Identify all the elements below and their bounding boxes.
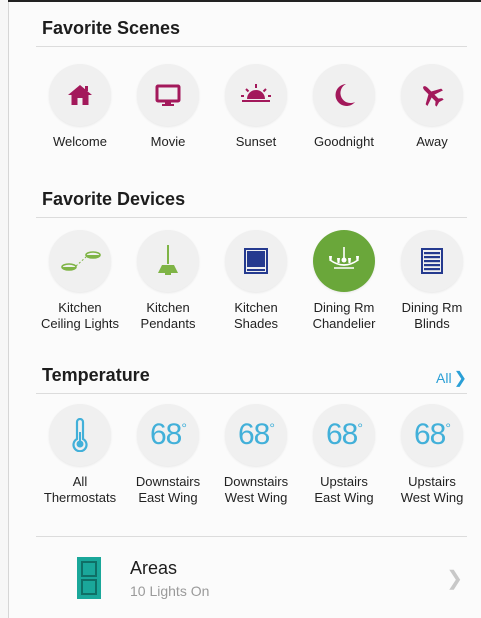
thermostat-button[interactable]: 68°: [225, 404, 287, 466]
ceiling-lights-icon: [61, 251, 101, 271]
thermostat-upstairs-west[interactable]: 68° Upstairs West Wing: [388, 404, 476, 506]
device-button[interactable]: [401, 230, 463, 292]
device-kitchen-ceiling-lights[interactable]: Kitchen Ceiling Lights: [36, 230, 124, 332]
divider: [36, 536, 467, 537]
device-label: Kitchen Pendants: [140, 300, 196, 331]
scene-label: Welcome: [53, 134, 107, 149]
favorite-devices-title: Favorite Devices: [42, 189, 186, 209]
device-label: Kitchen Shades: [233, 300, 279, 331]
thermometer-icon: [72, 418, 88, 452]
thermostat-label: All Thermostats: [43, 474, 117, 505]
scene-movie-button[interactable]: [137, 64, 199, 126]
divider: [36, 217, 467, 218]
devices-row: Kitchen Ceiling Lights Kitchen Pendants …: [36, 230, 476, 332]
device-label: Dining Rm Blinds: [401, 300, 463, 331]
scene-sunset[interactable]: Sunset: [212, 64, 300, 150]
temperature-value: 68°: [414, 418, 451, 451]
scene-sunset-button[interactable]: [225, 64, 287, 126]
scene-goodnight[interactable]: Goodnight: [300, 64, 388, 150]
device-label: Kitchen Ceiling Lights: [40, 300, 120, 331]
favorite-scenes-title: Favorite Scenes: [42, 18, 181, 38]
scene-movie[interactable]: Movie: [124, 64, 212, 150]
device-dining-rm-chandelier[interactable]: Dining Rm Chandelier: [300, 230, 388, 332]
thermostat-label: Upstairs East Wing: [314, 474, 374, 505]
moon-icon: [335, 84, 355, 106]
thermostat-upstairs-east[interactable]: 68° Upstairs East Wing: [300, 404, 388, 506]
device-kitchen-pendants[interactable]: Kitchen Pendants: [124, 230, 212, 332]
thermostat-button[interactable]: 68°: [401, 404, 463, 466]
blinds-icon: [421, 248, 443, 274]
thermostat-downstairs-west[interactable]: 68° Downstairs West Wing: [212, 404, 300, 506]
all-label: All: [436, 370, 452, 386]
chandelier-icon: [329, 247, 359, 269]
thermostat-label: Downstairs East Wing: [135, 474, 201, 505]
scene-label: Goodnight: [314, 134, 374, 149]
device-button[interactable]: [137, 230, 199, 292]
scene-label: Away: [416, 134, 448, 149]
door-icon: [66, 555, 112, 601]
thermostat-button[interactable]: [49, 404, 111, 466]
device-kitchen-shades[interactable]: Kitchen Shades: [212, 230, 300, 332]
airplane-icon: [423, 86, 444, 107]
device-button[interactable]: [225, 230, 287, 292]
areas-row[interactable]: Areas 10 Lights On ❯: [36, 548, 467, 608]
divider: [36, 46, 467, 47]
temperature-title: Temperature: [42, 365, 150, 385]
scene-away[interactable]: Away: [388, 64, 476, 150]
pendant-lamp-icon: [158, 245, 178, 275]
temperature-value: 68°: [326, 418, 363, 451]
thermostat-button[interactable]: 68°: [313, 404, 375, 466]
shade-icon: [244, 248, 268, 274]
temperature-value: 68°: [238, 418, 275, 451]
scene-away-button[interactable]: [401, 64, 463, 126]
device-dining-rm-blinds[interactable]: Dining Rm Blinds: [388, 230, 476, 332]
temperature-row: All Thermostats 68° Downstairs East Wing…: [36, 404, 476, 506]
scene-welcome-button[interactable]: [49, 64, 111, 126]
areas-subtitle: 10 Lights On: [130, 582, 210, 599]
scenes-row: Welcome Movie Sunset Goodnight Away: [36, 64, 476, 150]
temperature-value: 68°: [150, 418, 187, 451]
chevron-right-icon: ❯: [453, 370, 467, 387]
device-label: Dining Rm Chandelier: [312, 300, 376, 331]
house-icon: [68, 85, 92, 105]
divider: [36, 393, 467, 394]
thermostat-label: Upstairs West Wing: [400, 474, 464, 505]
thermostat-label: Downstairs West Wing: [223, 474, 289, 505]
scene-welcome[interactable]: Welcome: [36, 64, 124, 150]
device-button[interactable]: [49, 230, 111, 292]
thermostat-all[interactable]: All Thermostats: [36, 404, 124, 506]
tv-icon: [155, 84, 181, 106]
sunset-icon: [241, 84, 271, 102]
device-button[interactable]: [313, 230, 375, 292]
scene-label: Sunset: [235, 134, 277, 149]
thermostat-downstairs-east[interactable]: 68° Downstairs East Wing: [124, 404, 212, 506]
scene-goodnight-button[interactable]: [313, 64, 375, 126]
chevron-right-icon: ❯: [446, 567, 463, 590]
areas-title: Areas: [130, 557, 178, 578]
scene-label: Movie: [150, 134, 186, 149]
top-border: [8, 0, 481, 2]
thermostat-button[interactable]: 68°: [137, 404, 199, 466]
temperature-all-link[interactable]: All ❯: [436, 368, 467, 388]
